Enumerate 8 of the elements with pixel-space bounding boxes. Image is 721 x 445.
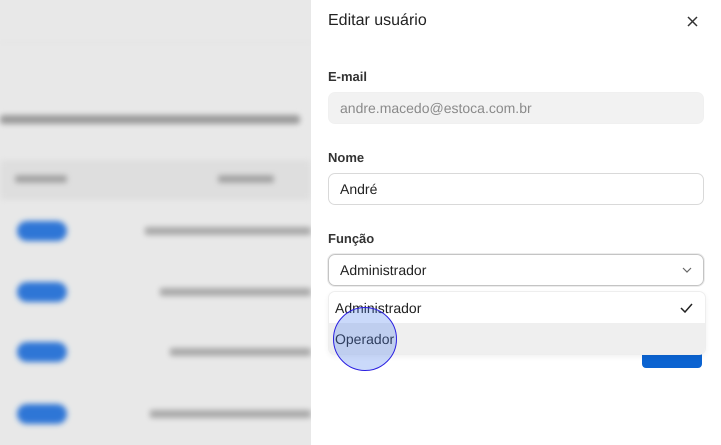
dropdown-option[interactable]: Administrador [329,292,705,323]
drawer-title: Editar usuário [328,12,427,30]
field-label: Função [328,231,376,246]
input-field[interactable]: André [328,173,704,205]
select-field[interactable]: Administrador [328,254,704,286]
field-label: E-mail [328,69,368,84]
field-label: Nome [328,150,366,165]
dropdown-option[interactable]: Operador [329,323,705,354]
